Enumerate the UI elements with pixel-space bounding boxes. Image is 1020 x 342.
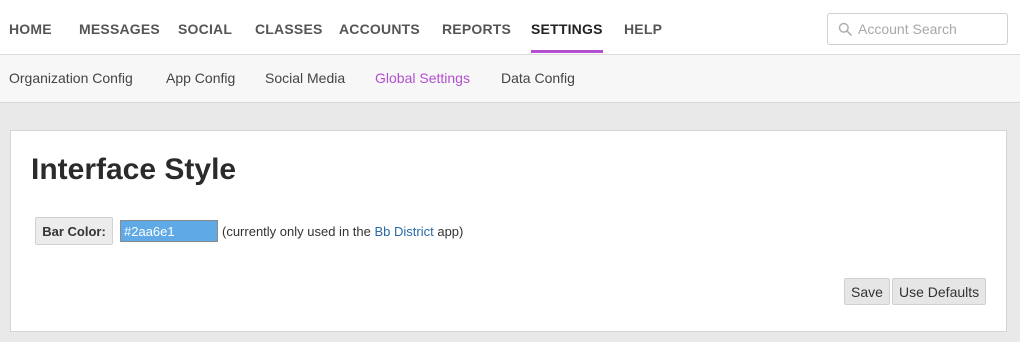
subnav-app-config[interactable]: App Config bbox=[166, 55, 235, 102]
nav-settings-label: SETTINGS bbox=[531, 21, 603, 37]
subnav-app-config-label: App Config bbox=[166, 70, 236, 86]
subnav-organization-config[interactable]: Organization Config bbox=[9, 55, 133, 102]
top-navigation-bar: HOME MESSAGES SOCIAL CLASSES ACCOUNTS RE… bbox=[0, 0, 1020, 55]
subnav-data-config[interactable]: Data Config bbox=[501, 55, 575, 102]
subnav-organization-config-label: Organization Config bbox=[9, 70, 133, 86]
subnav-data-config-label: Data Config bbox=[501, 70, 575, 86]
nav-messages-label: MESSAGES bbox=[79, 21, 160, 37]
nav-reports-label: REPORTS bbox=[442, 21, 512, 37]
account-search[interactable] bbox=[827, 13, 1008, 45]
nav-help[interactable]: HELP bbox=[624, 0, 662, 55]
note-prefix: (currently only used in the bbox=[222, 224, 371, 239]
page-title: Interface Style bbox=[31, 153, 237, 186]
use-defaults-button[interactable]: Use Defaults bbox=[892, 278, 987, 305]
nav-classes[interactable]: CLASSES bbox=[255, 0, 323, 55]
bar-color-note: (currently only used in the Bb District … bbox=[222, 224, 463, 239]
subnav-global-settings-label: Global Settings bbox=[375, 70, 470, 86]
nav-accounts-label: ACCOUNTS bbox=[339, 21, 420, 37]
active-tab-underline bbox=[531, 50, 603, 53]
search-input[interactable] bbox=[858, 20, 1003, 38]
nav-reports[interactable]: REPORTS bbox=[442, 0, 511, 55]
note-suffix: app) bbox=[437, 224, 464, 239]
nav-social-label: SOCIAL bbox=[178, 21, 233, 37]
nav-messages[interactable]: MESSAGES bbox=[79, 0, 160, 55]
sub-navigation-bar: Organization Config App Config Social Me… bbox=[0, 55, 1020, 103]
nav-home[interactable]: HOME bbox=[9, 0, 52, 55]
subnav-social-media[interactable]: Social Media bbox=[265, 55, 345, 102]
nav-classes-label: CLASSES bbox=[255, 21, 323, 37]
bar-color-input[interactable] bbox=[120, 220, 218, 242]
nav-settings[interactable]: SETTINGS bbox=[531, 0, 603, 55]
save-button[interactable]: Save bbox=[844, 278, 890, 305]
nav-accounts[interactable]: ACCOUNTS bbox=[339, 0, 420, 55]
nav-home-label: HOME bbox=[9, 21, 52, 37]
interface-style-panel: Interface Style Bar Color: (currently on… bbox=[10, 130, 1007, 332]
nav-help-label: HELP bbox=[624, 21, 663, 37]
subnav-social-media-label: Social Media bbox=[265, 70, 346, 86]
search-icon bbox=[838, 22, 852, 36]
bb-district-link[interactable]: Bb District bbox=[374, 224, 433, 239]
nav-social[interactable]: SOCIAL bbox=[178, 0, 232, 55]
subnav-global-settings[interactable]: Global Settings bbox=[375, 55, 470, 102]
bar-color-label: Bar Color: bbox=[35, 217, 113, 245]
